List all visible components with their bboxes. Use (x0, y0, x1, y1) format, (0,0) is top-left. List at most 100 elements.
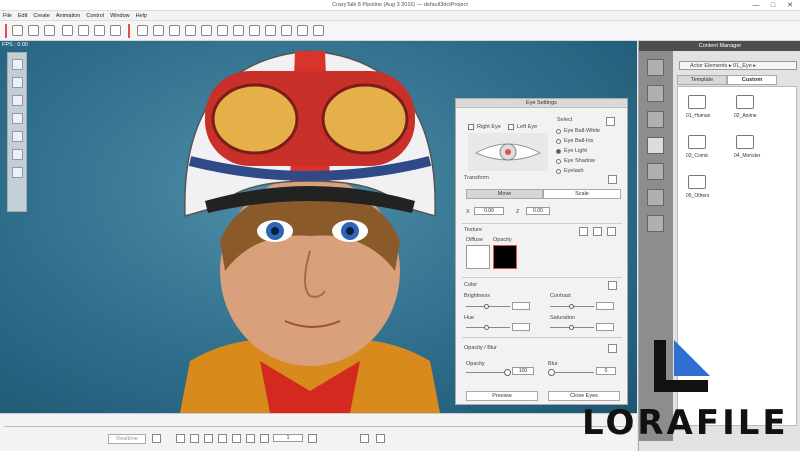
close-eyes-button[interactable]: Close Eyes (548, 391, 620, 401)
breadcrumb[interactable]: Actor Elements ▸ 01_Eye ▸ (679, 61, 797, 70)
hue-knob[interactable] (484, 325, 489, 330)
minimize-button[interactable]: — (748, 0, 764, 11)
tab-move[interactable]: Move (466, 189, 543, 199)
3d-viewport[interactable]: FPS : 0.00 Eye Settings Right Eye Left E… (0, 41, 637, 413)
reset-icon[interactable] (606, 117, 615, 126)
project-icon[interactable] (62, 25, 73, 36)
fit-icon[interactable] (12, 113, 23, 124)
move-icon[interactable] (12, 149, 23, 160)
tab-scale[interactable]: Scale (543, 189, 621, 199)
pan-icon[interactable] (12, 59, 23, 70)
motion-tab-icon[interactable] (647, 189, 664, 206)
opacity-texture-slot[interactable] (493, 245, 517, 269)
motion-icon[interactable] (297, 25, 308, 36)
save-icon[interactable] (44, 25, 55, 36)
frame-step-icon[interactable] (308, 434, 317, 443)
contrast-field[interactable] (596, 302, 614, 310)
reset-icon[interactable] (12, 167, 23, 178)
puppet-icon[interactable] (249, 25, 260, 36)
radio-eyelash[interactable] (556, 169, 561, 174)
opacity-knob[interactable] (504, 369, 511, 376)
render-icon[interactable] (110, 25, 121, 36)
export-icon[interactable] (94, 25, 105, 36)
light-icon[interactable] (281, 25, 292, 36)
saturation-knob[interactable] (569, 325, 574, 330)
checker-icon[interactable] (217, 25, 228, 36)
settings-icon[interactable] (313, 25, 324, 36)
tab-template[interactable]: Template (677, 75, 727, 85)
blur-knob[interactable] (548, 369, 555, 376)
save-texture-icon[interactable] (593, 227, 602, 236)
radio-eye-ball-iris[interactable] (556, 139, 561, 144)
transform-reset-icon[interactable] (608, 175, 617, 184)
frame-field[interactable]: 1 (273, 434, 303, 442)
actor-tab-icon[interactable] (647, 85, 664, 102)
prev-frame-icon[interactable] (190, 434, 199, 443)
close-button[interactable]: ✕ (782, 0, 798, 11)
menu-create[interactable]: Create (33, 13, 50, 19)
comic-template-icon[interactable] (688, 135, 706, 149)
zoom-icon[interactable] (12, 95, 23, 106)
anime-template-icon[interactable] (736, 95, 754, 109)
morph-icon[interactable] (233, 25, 244, 36)
load-texture-icon[interactable] (579, 227, 588, 236)
brightness-field[interactable] (512, 302, 530, 310)
realtime-dropdown[interactable]: Realtime (108, 434, 146, 444)
menu-window[interactable]: Window (110, 13, 130, 19)
next-frame-icon[interactable] (232, 434, 241, 443)
select-icon[interactable] (12, 131, 23, 142)
audio-icon[interactable] (376, 434, 385, 443)
maximize-button[interactable]: □ (765, 0, 781, 11)
preview-button[interactable]: Preview (466, 391, 538, 401)
menu-edit[interactable]: Edit (18, 13, 27, 19)
monster-template-icon[interactable] (736, 135, 754, 149)
x-value-field[interactable]: 0.00 (474, 207, 504, 215)
menu-animation[interactable]: Animation (56, 13, 80, 19)
z-value-field[interactable]: 0.00 (526, 207, 550, 215)
import-icon[interactable] (78, 25, 89, 36)
opacity-blur-reset-icon[interactable] (608, 344, 617, 353)
open-file-icon[interactable] (28, 25, 39, 36)
loop-icon[interactable] (260, 434, 269, 443)
saturation-field[interactable] (596, 323, 614, 331)
actor-icon[interactable] (137, 25, 148, 36)
brightness-knob[interactable] (484, 304, 489, 309)
animation-tab-icon[interactable] (647, 163, 664, 180)
menu-file[interactable]: File (3, 13, 12, 19)
scene-tab-icon[interactable] (647, 215, 664, 232)
timeline-track[interactable] (4, 426, 634, 427)
blur-field[interactable]: 0 (596, 367, 616, 375)
play-icon[interactable] (204, 434, 213, 443)
menu-help[interactable]: Help (136, 13, 147, 19)
stop-icon[interactable] (218, 434, 227, 443)
new-file-icon[interactable] (12, 25, 23, 36)
hue-field[interactable] (512, 323, 530, 331)
camera-icon[interactable] (265, 25, 276, 36)
eye-icon[interactable] (169, 25, 180, 36)
delete-texture-icon[interactable] (607, 227, 616, 236)
first-frame-icon[interactable] (176, 434, 185, 443)
head-tab-icon[interactable] (647, 111, 664, 128)
radio-eye-shadow[interactable] (556, 159, 561, 164)
menu-control[interactable]: Control (86, 13, 104, 19)
rotate-icon[interactable] (12, 77, 23, 88)
eye-tab-icon[interactable] (647, 137, 664, 154)
playback-options-icon[interactable] (152, 434, 161, 443)
contrast-knob[interactable] (569, 304, 574, 309)
opacity-field[interactable]: 100 (512, 367, 534, 375)
radio-eye-light[interactable] (556, 149, 561, 154)
color-swatch[interactable] (608, 281, 617, 290)
tab-custom[interactable]: Custom (727, 75, 777, 85)
teeth-icon[interactable] (201, 25, 212, 36)
diffuse-texture-slot[interactable] (466, 245, 490, 269)
others-template-icon[interactable] (688, 175, 706, 189)
face-icon[interactable] (185, 25, 196, 36)
human-template-icon[interactable] (688, 95, 706, 109)
head-icon[interactable] (153, 25, 164, 36)
right-eye-checkbox[interactable] (468, 124, 474, 130)
last-frame-icon[interactable] (246, 434, 255, 443)
left-eye-checkbox[interactable] (508, 124, 514, 130)
radio-eye-ball-white[interactable] (556, 129, 561, 134)
volume-icon[interactable] (360, 434, 369, 443)
project-tab-icon[interactable] (647, 59, 664, 76)
